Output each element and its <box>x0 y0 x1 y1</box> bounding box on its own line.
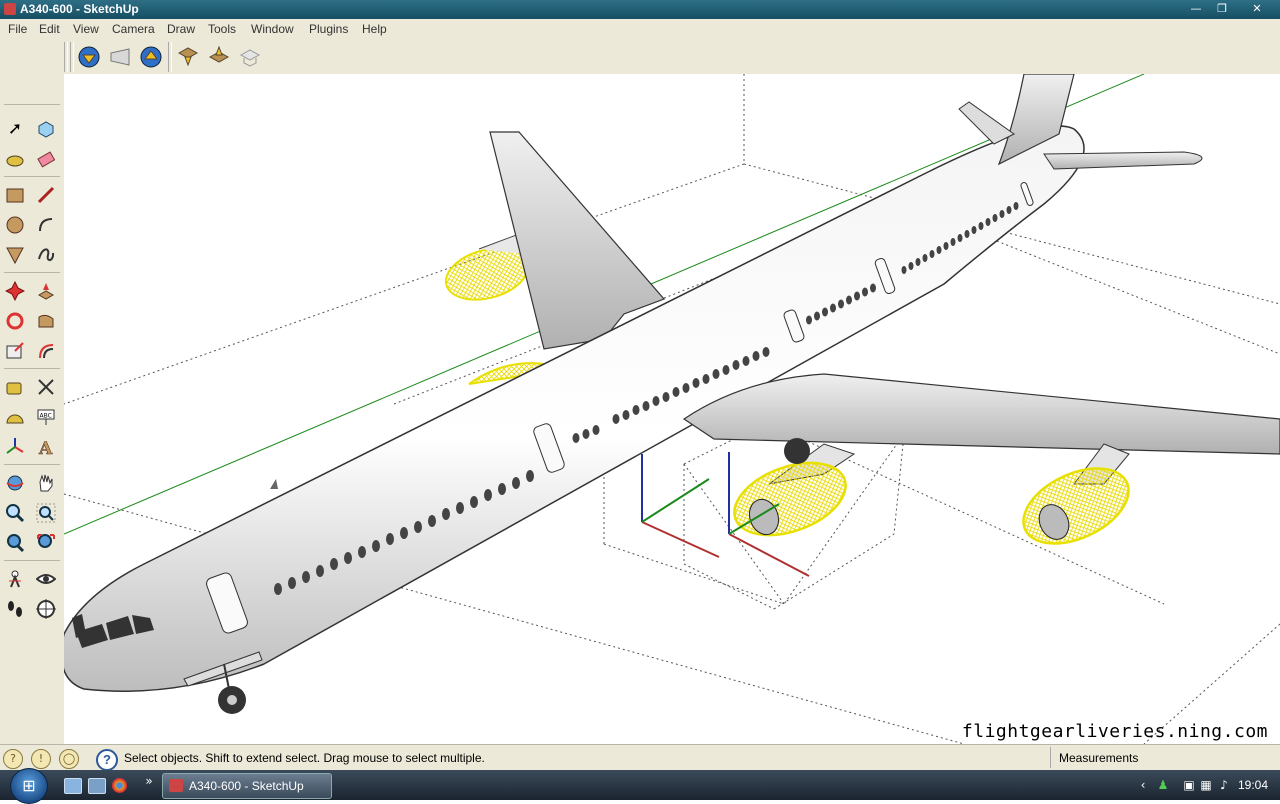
menu-file[interactable]: File <box>8 22 27 36</box>
minimize-button[interactable]: — <box>1183 1 1209 16</box>
tray-expand-icon[interactable]: ‹ <box>1136 778 1150 792</box>
menu-bar: File Edit View Camera Draw Tools Window … <box>0 19 1280 41</box>
dimension-icon[interactable] <box>33 374 59 400</box>
share-component-icon[interactable] <box>139 45 163 69</box>
toolbar-separator <box>168 42 172 72</box>
status-bar: ? ! ◯ ? Select objects. Shift to extend … <box>0 744 1280 771</box>
polygon-icon[interactable] <box>2 242 28 268</box>
network-user-icon[interactable]: ♟ <box>1156 778 1170 792</box>
measurements-box[interactable]: Measurements <box>1050 747 1279 768</box>
scale-icon[interactable] <box>2 338 28 364</box>
windows-taskbar: ⊞ » A340-600 - SketchUp ‹ ♟ ▣ ▦ ♪ 19:04 <box>0 768 1280 804</box>
window-title: A340-600 - SketchUp <box>20 2 139 16</box>
toolbar-grip <box>64 42 68 72</box>
model-viewport[interactable]: flightgearliveries.ning.com <box>64 74 1280 744</box>
menu-edit[interactable]: Edit <box>39 22 60 36</box>
geo-location-icon[interactable]: ? <box>3 749 23 769</box>
palette-separator <box>4 368 60 369</box>
horizontal-stabilizer-right[interactable] <box>1043 151 1203 170</box>
credits-icon[interactable]: ! <box>31 749 51 769</box>
taskbar-clock[interactable]: 19:04 <box>1238 778 1268 792</box>
taskbar-item-label: A340-600 - SketchUp <box>189 779 304 793</box>
menu-draw[interactable]: Draw <box>167 22 195 36</box>
volume-icon[interactable]: ♪ <box>1217 778 1231 792</box>
menu-tools[interactable]: Tools <box>208 22 236 36</box>
main-landing-gear <box>784 438 810 464</box>
arc-icon[interactable] <box>33 212 59 238</box>
svg-text:ABC: ABC <box>40 413 52 420</box>
zoom-icon[interactable] <box>2 500 28 526</box>
menu-camera[interactable]: Camera <box>112 22 155 36</box>
preview-icon[interactable] <box>238 45 262 69</box>
menu-view[interactable]: View <box>73 22 99 36</box>
menu-help[interactable]: Help <box>362 22 387 36</box>
zoom-extents-icon[interactable] <box>33 530 59 556</box>
watermark-text: flightgearliveries.ning.com <box>961 721 1268 742</box>
sketchup-app-icon <box>4 3 16 15</box>
freehand-icon[interactable] <box>33 242 59 268</box>
switch-windows-icon[interactable] <box>88 778 106 794</box>
text-icon[interactable]: ABC <box>33 404 59 430</box>
line-icon[interactable] <box>33 182 59 208</box>
palette-separator <box>4 272 60 273</box>
get-models-icon[interactable] <box>77 45 101 69</box>
tape-measure-icon[interactable] <box>2 374 28 400</box>
section-plane-icon[interactable] <box>33 596 59 622</box>
rectangle-icon[interactable] <box>2 182 28 208</box>
maximize-button[interactable]: ❐ <box>1209 1 1235 16</box>
network-icon[interactable]: ▦ <box>1199 778 1213 792</box>
palette-separator <box>4 104 60 105</box>
toolbar-grip <box>70 42 74 72</box>
palette-separator <box>4 176 60 177</box>
circle-icon[interactable] <box>2 212 28 238</box>
quicklaunch-chevron[interactable]: » <box>142 774 156 788</box>
menu-window[interactable]: Window <box>251 22 294 36</box>
orbit-icon[interactable] <box>2 470 28 496</box>
measurements-label: Measurements <box>1059 751 1139 765</box>
tool-palette: ➚ ABC A <box>0 74 65 744</box>
eraser-icon[interactable] <box>33 146 59 172</box>
model-canvas[interactable] <box>64 74 1280 744</box>
svg-text:A: A <box>38 439 53 457</box>
follow-me-icon[interactable] <box>33 308 59 334</box>
get-photo-texture-icon[interactable] <box>176 45 200 69</box>
help-icon[interactable]: ? <box>96 749 118 771</box>
near-wing[interactable] <box>682 373 1280 455</box>
close-button[interactable]: ✕ <box>1244 1 1270 16</box>
zoom-window-icon[interactable] <box>33 500 59 526</box>
position-camera-icon[interactable] <box>2 566 28 592</box>
antenna <box>270 479 278 489</box>
show-desktop-icon[interactable] <box>64 778 82 794</box>
protractor-icon[interactable] <box>2 404 28 430</box>
palette-separator <box>4 464 60 465</box>
chrome-icon[interactable] <box>112 778 127 793</box>
near-engine-outer[interactable] <box>1012 443 1141 559</box>
google-toolbar <box>0 40 1280 75</box>
paint-bucket-icon[interactable] <box>2 146 28 172</box>
push-pull-icon[interactable] <box>33 278 59 304</box>
taskbar-item-sketchup[interactable]: A340-600 - SketchUp <box>162 773 332 799</box>
make-component-icon[interactable] <box>33 116 59 142</box>
select-icon[interactable]: ➚ <box>2 116 28 142</box>
move-icon[interactable] <box>2 278 28 304</box>
share-model-icon[interactable] <box>108 45 132 69</box>
horizontal-stabilizer-left[interactable] <box>958 101 1015 145</box>
window-title-bar[interactable]: A340-600 - SketchUp — ❐ ✕ <box>0 0 1280 19</box>
walk-icon[interactable] <box>2 596 28 622</box>
3d-text-icon[interactable]: A <box>33 434 59 460</box>
offset-icon[interactable] <box>33 338 59 364</box>
palette-separator <box>4 560 60 561</box>
previous-view-icon[interactable] <box>2 530 28 556</box>
pan-icon[interactable] <box>33 470 59 496</box>
rotate-icon[interactable] <box>2 308 28 334</box>
axes-icon[interactable] <box>2 434 28 460</box>
look-around-icon[interactable] <box>33 566 59 592</box>
menu-plugins[interactable]: Plugins <box>309 22 348 36</box>
sketchup-task-icon <box>169 779 183 792</box>
start-button[interactable]: ⊞ <box>10 768 48 804</box>
status-message: Select objects. Shift to extend select. … <box>124 751 485 765</box>
action-center-icon[interactable]: ▣ <box>1182 778 1196 792</box>
upload-icon[interactable] <box>207 45 231 69</box>
sign-in-icon[interactable]: ◯ <box>59 749 79 769</box>
